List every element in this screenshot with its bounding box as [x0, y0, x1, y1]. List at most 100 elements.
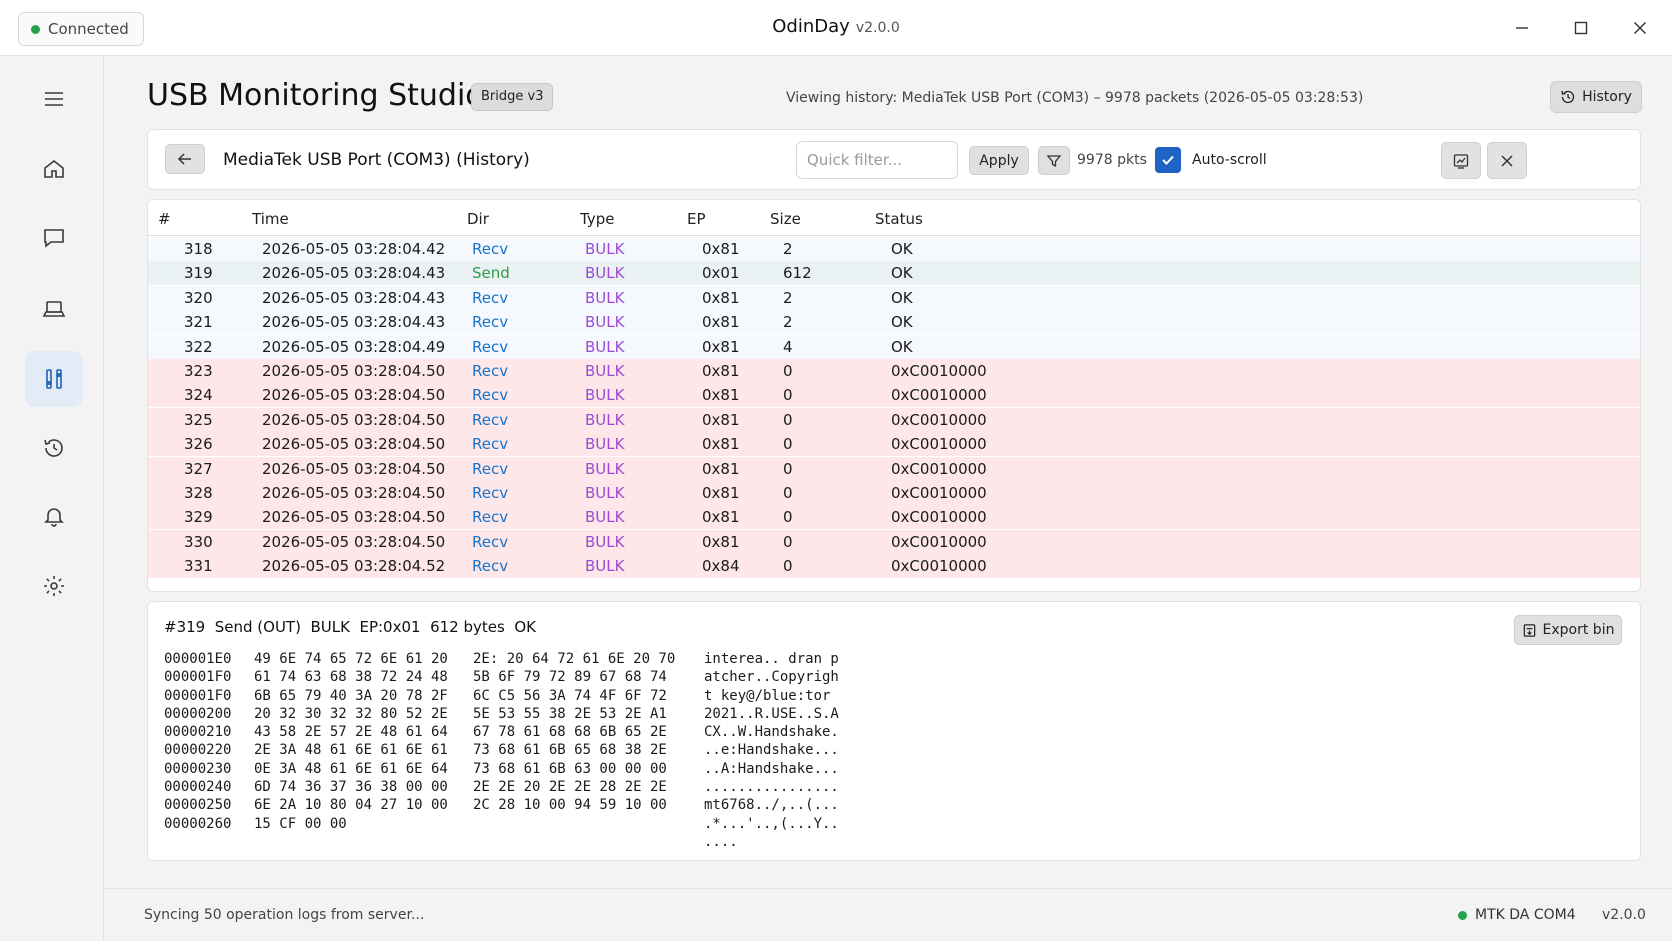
cell-type: BULK [585, 532, 625, 551]
maximize-icon [1574, 21, 1588, 35]
app-name: OdinDay [772, 16, 850, 37]
table-header: # Time Dir Type EP Size Status [148, 200, 1640, 236]
export-bin-button[interactable]: Export bin [1514, 615, 1622, 645]
sidebar-item-history[interactable] [25, 420, 83, 476]
cell-status: 0xC0010000 [891, 410, 987, 429]
cell-type: BULK [585, 508, 625, 527]
cell-num: 327 [184, 459, 213, 478]
table-row[interactable]: 323 2026-05-05 03:28:04.50 Recv BULK 0x81 0 0x… [148, 359, 1640, 383]
table-row[interactable]: 329 2026-05-05 03:28:04.50 Recv BULK 0x81 0 0x… [148, 505, 1640, 530]
table-row[interactable]: 331 2026-05-05 03:28:04.52 Recv BULK 0x84 0 0x… [148, 554, 1640, 579]
cell-type: BULK [585, 459, 625, 478]
cell-num: 321 [184, 313, 213, 332]
cell-ep: 0x81 [702, 337, 740, 356]
packet-count: 9978 pkts [1077, 152, 1147, 168]
autoscroll-checkbox[interactable] [1155, 147, 1181, 173]
menu-icon [45, 92, 63, 106]
cell-type: BULK [585, 410, 625, 429]
sidebar-item-messages[interactable] [25, 210, 83, 266]
column-header-type[interactable]: Type [580, 210, 614, 228]
capture-toolbar: MediaTek USB Port (COM3) (History) Apply… [147, 129, 1641, 190]
sidebar-item-devices[interactable] [25, 281, 83, 337]
close-window-button[interactable] [1620, 12, 1660, 44]
column-header-status[interactable]: Status [875, 210, 923, 228]
close-icon [1634, 22, 1646, 34]
sidebar-item-notifications[interactable] [25, 488, 83, 544]
cell-ep: 0x81 [702, 362, 740, 380]
export-view-button[interactable] [1441, 142, 1481, 179]
table-row[interactable]: 320 2026-05-05 03:28:04.43 Recv BULK 0x81 2 OK [148, 285, 1640, 310]
export-icon [1523, 623, 1535, 637]
cell-dir: Recv [472, 362, 509, 380]
sidebar-item-tools[interactable] [25, 351, 83, 407]
sidebar-item-settings[interactable] [25, 558, 83, 614]
table-row[interactable]: 326 2026-05-05 03:28:04.50 Recv BULK 0x81 0 0x… [148, 432, 1640, 457]
history-button-label: History [1582, 89, 1632, 105]
close-capture-button[interactable] [1487, 142, 1527, 179]
table-row[interactable]: 324 2026-05-05 03:28:04.50 Recv BULK 0x81 0 0x… [148, 383, 1640, 408]
column-header-ep[interactable]: EP [687, 210, 706, 228]
minimize-button[interactable] [1502, 12, 1542, 44]
table-row[interactable]: 321 2026-05-05 03:28:04.43 Recv BULK 0x81 2 OK [148, 310, 1640, 335]
history-button[interactable]: History [1550, 81, 1642, 113]
sync-status: Syncing 50 operation logs from server... [144, 907, 425, 923]
gear-icon [44, 576, 64, 596]
table-row[interactable]: 319 2026-05-05 03:28:04.43 Send BULK 0x01 612… [148, 261, 1640, 286]
apply-filter-button[interactable]: Apply [969, 146, 1029, 175]
cell-num: 329 [184, 508, 213, 527]
table-row[interactable]: 325 2026-05-05 03:28:04.50 Recv BULK 0x81 0 0x… [148, 407, 1640, 432]
cell-ep: 0x01 [702, 264, 740, 283]
table-row[interactable]: 330 2026-05-05 03:28:04.50 Recv BULK 0x81 0 0x… [148, 529, 1640, 554]
cell-type: BULK [585, 435, 625, 454]
laptop-icon [42, 301, 66, 317]
cell-size: 0 [783, 484, 793, 502]
packet-table: # Time Dir Type EP Size Status 318 2026-0… [147, 199, 1641, 592]
sidebar-item-menu[interactable] [25, 71, 83, 127]
column-header-size[interactable]: Size [770, 210, 801, 228]
column-header-num[interactable]: # [158, 210, 171, 228]
cell-time: 2026-05-05 03:28:04.50 [262, 410, 446, 429]
sidebar-item-home[interactable] [25, 141, 83, 197]
cell-dir: Recv [472, 240, 509, 258]
cell-type: BULK [585, 337, 625, 356]
column-header-dir[interactable]: Dir [467, 210, 489, 228]
quick-filter-input[interactable] [796, 141, 958, 179]
device-status-dot-icon [1458, 910, 1467, 920]
table-row[interactable]: 327 2026-05-05 03:28:04.50 Recv BULK 0x81 0 0x… [148, 456, 1640, 481]
back-button[interactable] [165, 144, 205, 174]
packet-detail-panel: #319 Send (OUT) BULK EP:0x01 612 bytes O… [147, 601, 1641, 861]
cell-status: OK [891, 288, 913, 307]
app-title: OdinDay v2.0.0 [0, 16, 1672, 37]
cell-status: 0xC0010000 [891, 362, 987, 380]
funnel-icon [1046, 154, 1062, 167]
viewing-history-text: Viewing history: MediaTek USB Port (COM3… [786, 90, 1364, 106]
table-row[interactable]: 322 2026-05-05 03:28:04.49 Recv BULK 0x81 4 OK [148, 334, 1640, 359]
table-row[interactable]: 318 2026-05-05 03:28:04.42 Recv BULK 0x81 2 OK [148, 237, 1640, 261]
cell-dir: Recv [472, 532, 509, 551]
tools-icon [46, 369, 62, 389]
maximize-button[interactable] [1561, 12, 1601, 44]
app-version: v2.0.0 [855, 20, 900, 36]
home-icon [44, 159, 64, 178]
cell-size: 2 [783, 313, 793, 332]
packet-summary: #319 Send (OUT) BULK EP:0x01 612 bytes O… [164, 618, 536, 636]
cell-ep: 0x84 [702, 557, 740, 576]
device-status-label: MTK DA COM4 [1475, 907, 1576, 923]
history-icon [1561, 90, 1575, 104]
table-row[interactable]: 328 2026-05-05 03:28:04.50 Recv BULK 0x81 0 0x… [148, 481, 1640, 505]
sidebar [0, 56, 104, 941]
filter-button[interactable] [1038, 146, 1070, 175]
version-label: v2.0.0 [1602, 907, 1646, 923]
cell-dir: Send [472, 264, 510, 283]
cell-type: BULK [585, 484, 625, 502]
cell-type: BULK [585, 264, 625, 283]
cell-type: BULK [585, 313, 625, 332]
cell-size: 612 [783, 264, 812, 283]
cell-status: 0xC0010000 [891, 484, 987, 502]
column-header-time[interactable]: Time [252, 210, 289, 228]
cell-ep: 0x81 [702, 240, 740, 258]
cell-size: 0 [783, 557, 793, 576]
cell-type: BULK [585, 557, 625, 576]
cell-time: 2026-05-05 03:28:04.50 [262, 435, 446, 454]
cell-time: 2026-05-05 03:28:04.50 [262, 508, 446, 527]
